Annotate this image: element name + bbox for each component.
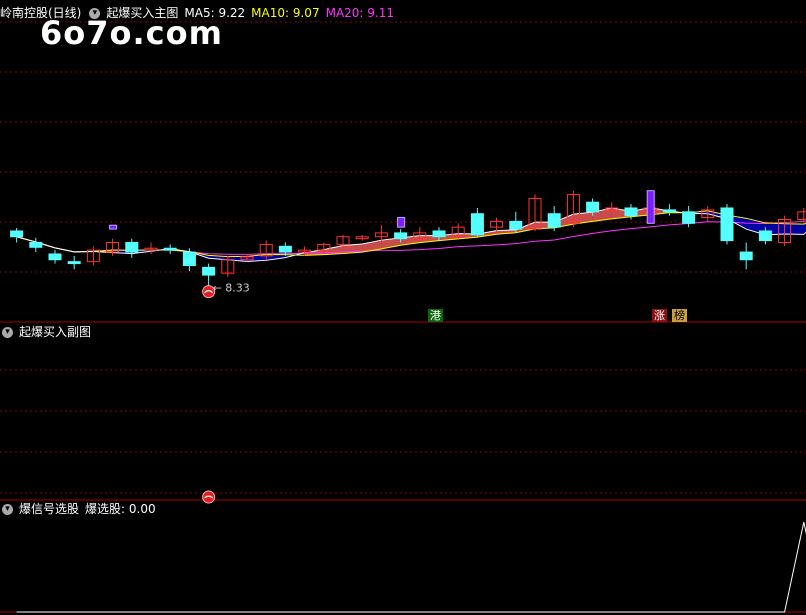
candle [662,209,676,213]
main-indicator-title[interactable]: 起爆买入主图 [106,4,178,22]
third-indicator-value: 爆选股: 0.00 [85,502,156,516]
stock-title: 岭南控股(日线) [0,6,82,20]
sub-header: ▾ 起爆买入副图 [0,323,97,341]
main-header: 岭南控股(日线) ▾ 起爆买入主图 MA5: 9.22 MA10: 9.07 M… [0,4,400,22]
third-indicator-title[interactable]: 爆信号选股 [19,500,79,518]
low-price-label: ← 8.33 [213,282,250,295]
signal-bar [109,224,118,230]
candle [67,261,81,265]
candle [278,245,292,253]
candle [797,211,806,220]
candle [182,251,196,266]
candle [509,220,523,230]
candle [739,251,753,261]
signal-line [16,521,806,613]
gear-icon[interactable]: ▾ [89,7,101,19]
candle [720,207,734,242]
candle [470,213,484,236]
candle [586,201,600,213]
gear-icon[interactable]: ▾ [2,503,13,515]
candle [125,241,139,253]
tag-bang: 榜 [672,309,687,322]
third-header: ▾ 爆信号选股 爆选股: 0.00 [0,500,162,518]
candle [758,230,772,242]
candle [624,207,638,217]
candle [163,247,177,251]
ma5-label: MA5: 9.22 [184,6,246,20]
tag-zhang: 涨 [652,309,667,322]
signal-bar [397,217,406,228]
candle [432,230,446,238]
signal-bar [646,190,655,224]
candle [29,241,43,248]
ma-band [784,223,804,235]
ma20-label: MA20: 9.11 [325,6,395,20]
ma10-label: MA10: 9.07 [251,6,320,20]
sub-indicator-title[interactable]: 起爆买入副图 [19,323,91,341]
candle [10,230,24,238]
candle [48,253,62,261]
gear-icon[interactable]: ▾ [2,326,13,338]
candle [682,211,696,224]
tag-gang: 港 [428,309,443,322]
candle [202,266,216,276]
candle [394,232,408,240]
buy-marker [202,490,216,504]
chart-canvas: ← 11.02← 8.33*爆 [0,21,806,613]
candle [547,213,561,228]
